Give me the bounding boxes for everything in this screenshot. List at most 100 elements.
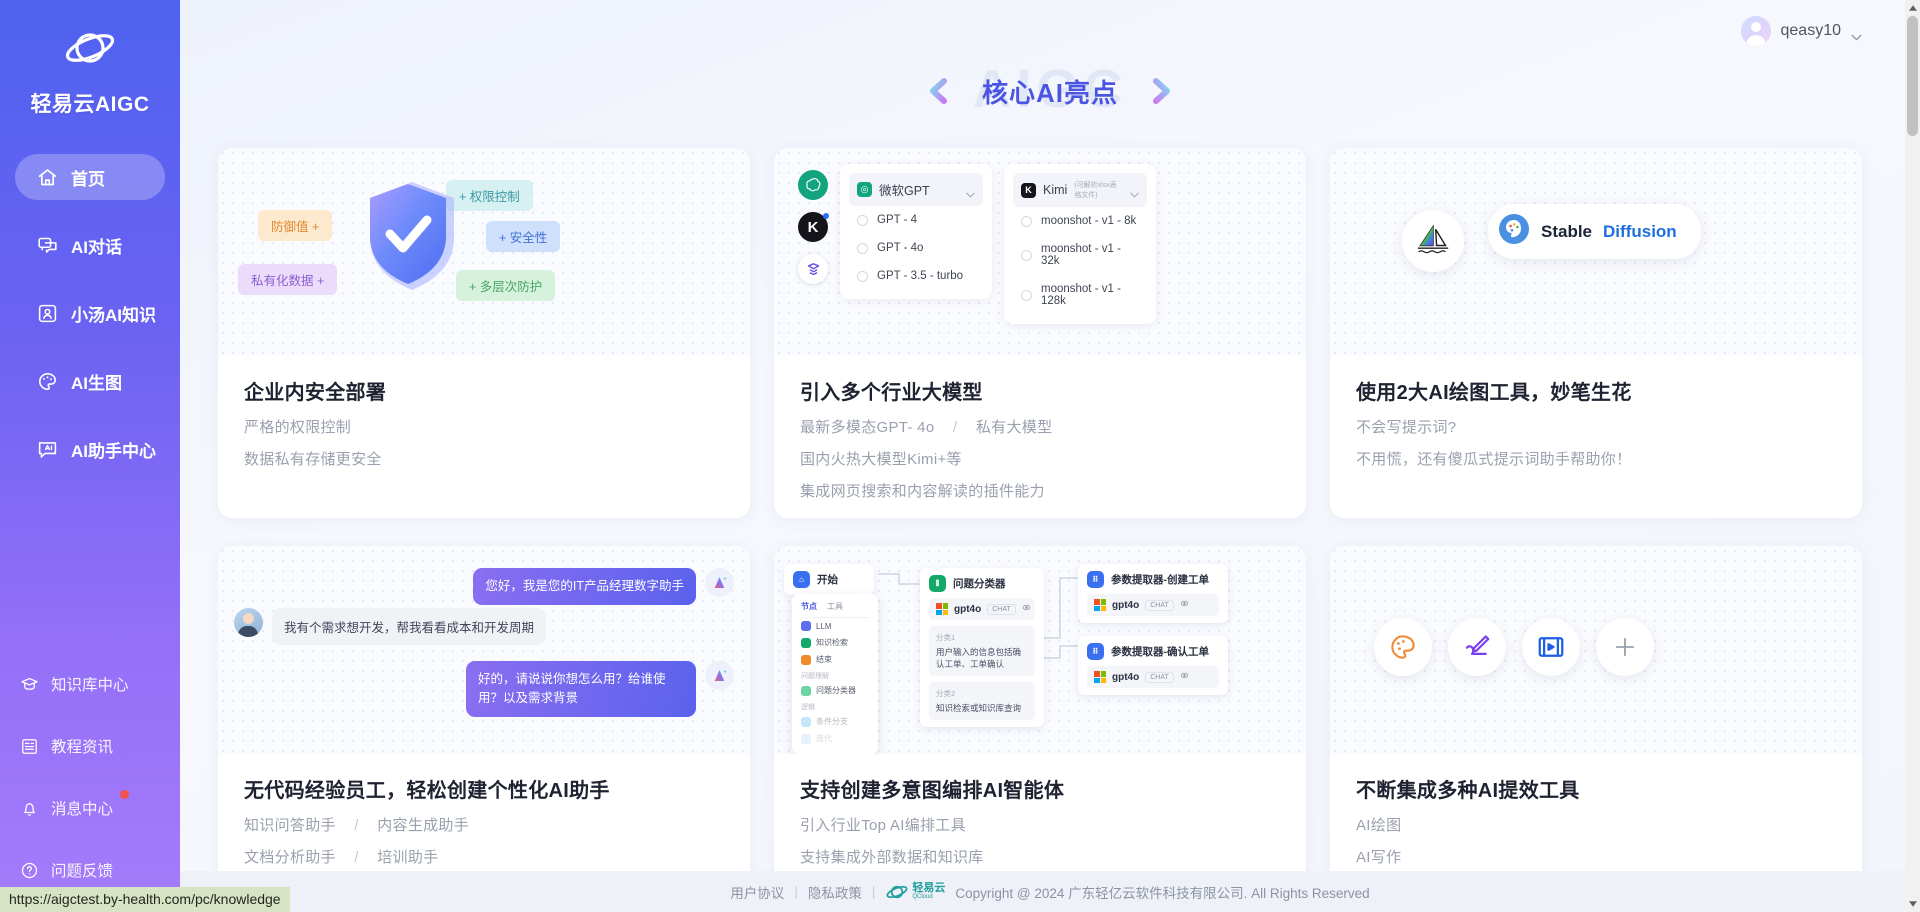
- tag-defense: 防御值 +: [258, 210, 333, 241]
- card-body: 引入多个行业大模型 最新多模态GPT- 4o / 私有大模型 国内火热大模型Ki…: [774, 356, 1306, 501]
- card-line: AI写作: [1356, 849, 1402, 866]
- feature-cards-grid: 防御值 + 私有化数据 + + 权限控制 + 安全性 + 多层次防护 企业内安全…: [180, 120, 1920, 912]
- menu-item-label: 条件分支: [816, 717, 848, 726]
- model-panel-header[interactable]: ◎ 微软GPT: [849, 173, 983, 206]
- bell-icon: [20, 799, 39, 818]
- radio-icon[interactable]: [857, 242, 868, 254]
- node-chat-tag: CHAT: [1145, 671, 1174, 683]
- openai-icon: [798, 170, 828, 200]
- scroll-up-icon[interactable]: [1905, 0, 1920, 16]
- node-model-chip: gpt4o CHAT: [1087, 594, 1219, 616]
- menu-tab-nodes[interactable]: 节点: [801, 601, 817, 612]
- node-label: 参数提取器-创建工单: [1111, 574, 1209, 586]
- orbit-logo-icon: [0, 22, 180, 74]
- workflow-node-extractor-create[interactable]: ⠿ 参数提取器-创建工单 gpt4o CHAT: [1078, 564, 1228, 623]
- user-name: qeasy10: [1780, 22, 1842, 39]
- model-panel-title: Kimi: [1043, 183, 1068, 197]
- card-line-left: 文档分析助手: [244, 849, 336, 866]
- workflow-node-start[interactable]: ⌂ 开始: [784, 564, 874, 595]
- model-option-row[interactable]: moonshot - v1 - 128k: [1013, 275, 1147, 315]
- feature-card-models[interactable]: K ◎ 微软GPT GPT - 4 GPT - 4o GPT - 3.5 - t…: [774, 148, 1306, 518]
- scrollbar[interactable]: [1905, 0, 1920, 912]
- menu-item-label: LLM: [816, 621, 832, 631]
- feature-card-workflow[interactable]: ⌂ 开始 ⫴ 问题分类器 gpt4o CHAT 分类1 用户输入的信息包括确认工…: [774, 546, 1306, 912]
- card-title: 企业内安全部署: [244, 382, 387, 404]
- carousel-prev-button[interactable]: [926, 76, 952, 106]
- sidebar-item-tutorials[interactable]: 教程资讯: [0, 726, 180, 766]
- sidebar-item-knowledge-base[interactable]: 知识库中心: [0, 664, 180, 704]
- radio-icon[interactable]: [1021, 249, 1032, 261]
- main-content: qeasy10 AIGC 核心AI亮点 防御值 + 私有化数据 + + 权限控制…: [180, 0, 1920, 912]
- menu-item[interactable]: 结束: [801, 651, 869, 668]
- menu-tab-tools[interactable]: 工具: [827, 601, 843, 612]
- sidebar-item-xiaotang-knowledge[interactable]: 小汤AI知识: [15, 290, 165, 336]
- card-visual: K ◎ 微软GPT GPT - 4 GPT - 4o GPT - 3.5 - t…: [774, 148, 1306, 356]
- card-line-left: 知识问答助手: [244, 817, 336, 834]
- card-line: 知识问答助手 / 内容生成助手: [244, 814, 724, 835]
- feature-card-tools[interactable]: 不断集成多种AI提效工具 AI绘图 AI写作: [1330, 546, 1862, 912]
- model-option-row[interactable]: moonshot - v1 - 8k: [1013, 207, 1147, 235]
- feature-card-drawing[interactable]: Stable Diffusion 使用2大AI绘图工具，妙笔生花 不会写提示词?…: [1330, 148, 1862, 518]
- model-option-row[interactable]: GPT - 4: [849, 206, 983, 234]
- feature-card-assistant[interactable]: 您好，我是您的IT产品经理数字助手 我有个需求想开发，帮我看看成本和开发周期 好…: [218, 546, 750, 912]
- menu-section-label: 问题理解: [801, 673, 829, 680]
- menu-item[interactable]: 问题分类器: [801, 682, 869, 699]
- card-line: 集成网页搜索和内容解读的插件能力: [800, 483, 1045, 500]
- sidebar-item-home[interactable]: 首页: [15, 154, 165, 200]
- menu-item[interactable]: 迭代: [801, 730, 869, 747]
- chat-icon: [37, 235, 58, 256]
- chat-message-ai: 好的，请说说你想怎么用？给谁使用？以及需求背景: [466, 661, 734, 717]
- sidebar-item-ai-image[interactable]: AI生图: [15, 358, 165, 404]
- menu-item[interactable]: LLM: [801, 618, 869, 634]
- footer-link-privacy-policy[interactable]: 隐私政策: [808, 882, 862, 902]
- radio-icon[interactable]: [857, 270, 868, 282]
- model-option-row[interactable]: moonshot - v1 - 32k: [1013, 235, 1147, 275]
- card-line-sep: /: [354, 849, 359, 866]
- user-menu[interactable]: qeasy10: [1740, 16, 1863, 46]
- extractor-node-icon: ⠿: [1087, 643, 1104, 660]
- palette-tool-icon: [1374, 618, 1432, 676]
- sidebar-main-nav: 首页 AI对话 小汤AI知识 AI生图 AI助手中心: [0, 154, 180, 494]
- feature-card-security[interactable]: 防御值 + 私有化数据 + + 权限控制 + 安全性 + 多层次防护 企业内安全…: [218, 148, 750, 518]
- model-panel-gpt[interactable]: ◎ 微软GPT GPT - 4 GPT - 4o GPT - 3.5 - tur…: [840, 164, 992, 299]
- zhipu-icon: [798, 254, 828, 284]
- sidebar-item-messages[interactable]: 消息中心: [0, 788, 180, 828]
- sidebar-item-label: 首页: [71, 169, 105, 189]
- workflow-node-extractor-confirm[interactable]: ⠿ 参数提取器-确认工单 gpt4o CHAT: [1078, 636, 1228, 695]
- carousel-next-button[interactable]: [1148, 76, 1174, 106]
- sidebar-item-ai-chat[interactable]: AI对话: [15, 222, 165, 268]
- footer-link-user-agreement[interactable]: 用户协议: [730, 882, 784, 902]
- stable-diffusion-pill: Stable Diffusion: [1488, 204, 1701, 259]
- eye-icon: [1180, 599, 1189, 611]
- card-line: 支持集成外部数据和知识库: [800, 849, 984, 866]
- user-avatar-icon: [234, 608, 263, 637]
- model-option-label: GPT - 4o: [877, 242, 924, 254]
- node-model-name: gpt4o: [954, 603, 982, 615]
- model-option-row[interactable]: GPT - 4o: [849, 234, 983, 262]
- workflow-node-menu[interactable]: 节点 工具 LLM 知识检索 结束 问题理解 问题分类器 逻辑 条件分支 迭代: [792, 594, 878, 754]
- radio-icon[interactable]: [1021, 215, 1032, 227]
- menu-tabs[interactable]: 节点 工具: [801, 601, 869, 618]
- model-panel-kimi[interactable]: K Kimi (可解析xlsx表格文件) moonshot - v1 - 8k: [1004, 164, 1156, 324]
- menu-item[interactable]: 条件分支: [801, 713, 869, 730]
- node-model-chip: gpt4o CHAT: [929, 598, 1035, 620]
- plus-tool-icon[interactable]: [1596, 618, 1654, 676]
- menu-item-label: 迭代: [816, 734, 832, 743]
- node-header: ⌂ 开始: [793, 571, 865, 588]
- radio-icon[interactable]: [857, 214, 868, 226]
- radio-icon[interactable]: [1021, 289, 1032, 301]
- sidebar-item-ai-assistant-center[interactable]: AI助手中心: [15, 426, 165, 472]
- menu-item[interactable]: 知识检索: [801, 634, 869, 651]
- model-panel-header[interactable]: K Kimi (可解析xlsx表格文件): [1013, 173, 1147, 207]
- scroll-down-icon[interactable]: [1905, 896, 1920, 912]
- node-chat-tag: CHAT: [1145, 599, 1174, 611]
- scrollbar-thumb[interactable]: [1907, 16, 1918, 136]
- model-option-row[interactable]: GPT - 3.5 - turbo: [849, 262, 983, 290]
- brain-palette-icon: [1498, 213, 1530, 250]
- eye-icon: [1022, 603, 1031, 615]
- sidebar-item-feedback[interactable]: 问题反馈: [0, 850, 180, 890]
- menu-item-label: 结束: [816, 655, 832, 664]
- workflow-node-classifier[interactable]: ⫴ 问题分类器 gpt4o CHAT 分类1 用户输入的信息包括确认工单、工单确…: [920, 568, 1044, 727]
- card-line-right: 内容生成助手: [377, 817, 470, 834]
- sidebar-bottom-nav: 知识库中心 教程资讯 消息中心 问题反馈: [0, 664, 180, 890]
